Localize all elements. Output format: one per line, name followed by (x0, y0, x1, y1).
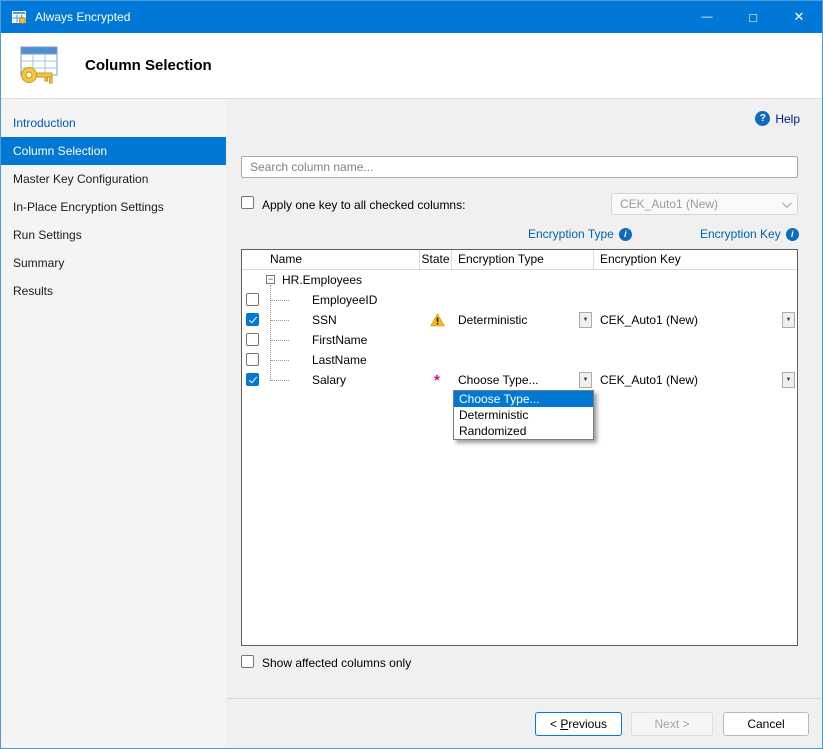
sidebar-item-run-settings[interactable]: Run Settings (1, 221, 226, 249)
chevron-down-icon (782, 198, 792, 208)
next-button[interactable]: Next > (631, 712, 713, 736)
column-selection-table-key-icon (15, 44, 61, 88)
sidebar-item-results[interactable]: Results (1, 277, 226, 305)
sidebar-item-in-place-encryption-settings[interactable]: In-Place Encryption Settings (1, 193, 226, 221)
row-checkbox[interactable] (246, 373, 259, 386)
cek-key-select-value: CEK_Auto1 (New) (620, 197, 718, 211)
encryption-type-link[interactable]: Encryption Type i (528, 227, 632, 241)
content-area: ? Help Apply one key to all checked colu… (226, 99, 823, 749)
table-name: HR.Employees (282, 273, 362, 287)
help-icon: ? (755, 111, 770, 126)
previous-button[interactable]: < Previous (535, 712, 622, 736)
encryption-type-combo[interactable]: Choose Type... ▼ (452, 371, 593, 389)
row-checkbox[interactable] (246, 313, 259, 326)
sidebar-item-introduction[interactable]: Introduction (1, 109, 226, 137)
cek-key-select[interactable]: CEK_Auto1 (New) (611, 193, 798, 215)
required-asterisk-icon: * (434, 373, 440, 388)
column-name: Salary (312, 373, 346, 387)
encryption-type-value: Deterministic (452, 311, 579, 329)
wizard-header: Column Selection (1, 33, 822, 99)
table-row: LastName (242, 350, 797, 370)
row-checkbox[interactable] (246, 333, 259, 346)
close-icon[interactable]: ✕ (776, 1, 822, 33)
encryption-key-combo[interactable]: CEK_Auto1 (New) ▼ (594, 311, 796, 329)
encryption-key-link-label: Encryption Key (700, 227, 781, 241)
cancel-button[interactable]: Cancel (723, 712, 809, 736)
tree-collapse-icon[interactable]: − (266, 275, 275, 284)
table-row: FirstName (242, 330, 797, 350)
column-name: LastName (312, 353, 367, 367)
dropdown-arrow-icon[interactable]: ▼ (579, 372, 592, 388)
dropdown-option[interactable]: Choose Type... (454, 391, 593, 407)
table-row: Salary * Choose Type... ▼ CEK_Auto1 (New… (242, 370, 797, 390)
dropdown-arrow-icon[interactable]: ▼ (579, 312, 592, 328)
footer-divider (226, 698, 823, 699)
encryption-type-value: Choose Type... (452, 371, 579, 389)
dropdown-arrow-icon[interactable]: ▼ (782, 372, 795, 388)
show-affected-checkbox[interactable] (241, 655, 254, 668)
maximize-icon[interactable]: □ (730, 1, 776, 33)
encryption-type-dropdown: Choose Type... Deterministic Randomized (453, 390, 594, 440)
window-title: Always Encrypted (35, 10, 684, 24)
search-input[interactable] (241, 156, 798, 178)
info-icon[interactable]: i (619, 228, 632, 241)
header-encryption-type: Encryption Type (452, 250, 594, 269)
page-title: Column Selection (85, 57, 212, 74)
app-icon (11, 9, 27, 25)
header-encryption-key: Encryption Key (594, 250, 797, 269)
help-link[interactable]: ? Help (755, 111, 800, 126)
header-name: Name (242, 250, 420, 269)
row-checkbox[interactable] (246, 293, 259, 306)
grid-header: Name State Encryption Type Encryption Ke… (242, 250, 797, 270)
sidebar-item-column-selection[interactable]: Column Selection (1, 137, 226, 165)
always-encrypted-window: Always Encrypted — □ ✕ Column Selec (0, 0, 823, 749)
dropdown-option[interactable]: Randomized (454, 423, 593, 439)
columns-grid: Name State Encryption Type Encryption Ke… (241, 249, 798, 646)
header-state: State (420, 250, 452, 269)
help-label: Help (775, 112, 800, 126)
apply-key-label: Apply one key to all checked columns: (262, 198, 465, 212)
window-controls: — □ ✕ (684, 1, 822, 33)
show-affected-label: Show affected columns only (262, 656, 411, 670)
wizard-steps-sidebar: Introduction Column Selection Master Key… (1, 99, 226, 749)
minimize-icon[interactable]: — (684, 1, 730, 33)
info-icon[interactable]: i (786, 228, 799, 241)
grid-rows: − HR.Employees EmployeeID SSN (242, 270, 797, 390)
encryption-type-combo[interactable]: Deterministic ▼ (452, 311, 593, 329)
column-name: FirstName (312, 333, 367, 347)
encryption-key-link[interactable]: Encryption Key i (700, 227, 799, 241)
sidebar-item-master-key-configuration[interactable]: Master Key Configuration (1, 165, 226, 193)
encryption-type-link-label: Encryption Type (528, 227, 614, 241)
column-name: SSN (312, 313, 337, 327)
table-row: SSN Deterministic ▼ CEK_Auto1 (New) (242, 310, 797, 330)
table-row: EmployeeID (242, 290, 797, 310)
table-group-row: − HR.Employees (242, 270, 797, 290)
sidebar-item-summary[interactable]: Summary (1, 249, 226, 277)
dropdown-arrow-icon[interactable]: ▼ (782, 312, 795, 328)
encryption-key-value: CEK_Auto1 (New) (594, 311, 782, 329)
encryption-key-value: CEK_Auto1 (New) (594, 371, 782, 389)
dropdown-option[interactable]: Deterministic (454, 407, 593, 423)
titlebar: Always Encrypted — □ ✕ (1, 1, 822, 33)
encryption-key-combo[interactable]: CEK_Auto1 (New) ▼ (594, 371, 796, 389)
apply-key-checkbox[interactable] (241, 196, 254, 209)
warning-icon (430, 313, 445, 327)
row-checkbox[interactable] (246, 353, 259, 366)
column-name: EmployeeID (312, 293, 377, 307)
